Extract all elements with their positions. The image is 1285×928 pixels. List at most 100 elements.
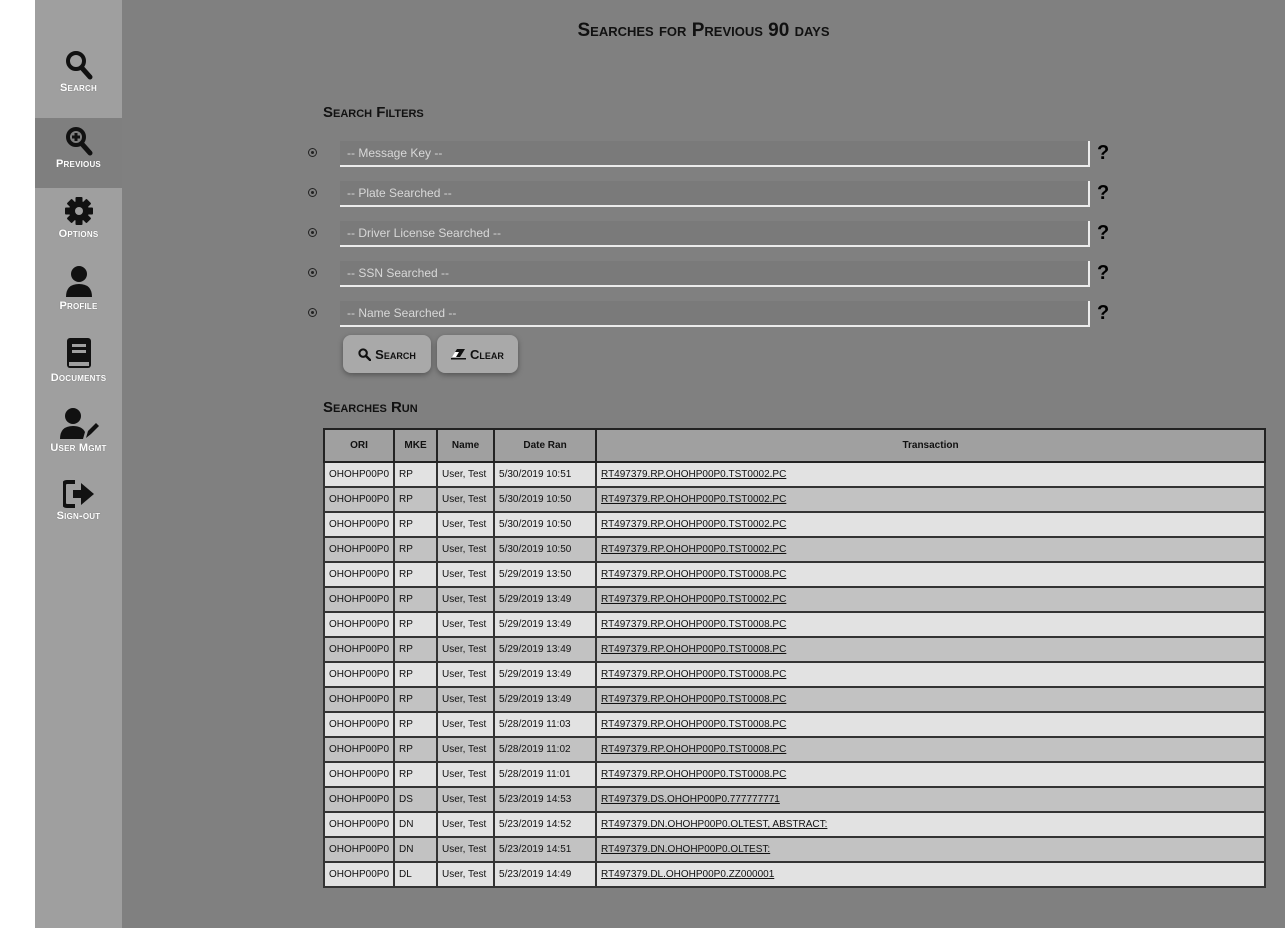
name-cell: User, Test	[436, 611, 496, 638]
ori-cell: OHOHP00P0	[322, 786, 396, 813]
filter-ssn: ?	[308, 261, 1118, 287]
table-row[interactable]: OHOHP00P0 RP User, Test 5/30/2019 10:50 RT49…	[322, 536, 1266, 563]
column-header[interactable]: Date Ran	[493, 428, 598, 463]
nav-previous[interactable]: Previous	[35, 118, 122, 188]
table-row[interactable]: OHOHP00P0 DS User, Test 5/23/2019 14:53 RT49…	[322, 786, 1266, 813]
nav-profile[interactable]: Profile	[35, 266, 122, 324]
table-row[interactable]: OHOHP00P0 RP User, Test 5/30/2019 10:50 RT49…	[322, 511, 1266, 538]
date-ran-cell: 5/30/2019 10:51	[493, 461, 598, 488]
help-icon[interactable]: ?	[1097, 301, 1109, 325]
transaction-cell: RT497379.RP.OHOHP00P0.TST0008.PC	[595, 561, 1266, 588]
column-header[interactable]: Name	[436, 428, 496, 463]
nav-user-mgmt[interactable]: User Mgmt	[35, 408, 122, 466]
clear-button-label: Clear	[470, 346, 504, 362]
nav-search[interactable]: Search	[35, 50, 122, 118]
name-cell: User, Test	[436, 786, 496, 813]
table-row[interactable]: OHOHP00P0 RP User, Test 5/29/2019 13:49 RT49…	[322, 636, 1266, 663]
mke-cell: RP	[393, 736, 439, 763]
transaction-link[interactable]: RT497379.RP.OHOHP00P0.TST0002.PC	[601, 519, 786, 530]
transaction-link[interactable]: RT497379.RP.OHOHP00P0.TST0002.PC	[601, 469, 786, 480]
column-header[interactable]: MKE	[393, 428, 439, 463]
table-row[interactable]: OHOHP00P0 RP User, Test 5/30/2019 10:51 RT49…	[322, 461, 1266, 488]
table-row[interactable]: OHOHP00P0 RP User, Test 5/28/2019 11:03 RT49…	[322, 711, 1266, 738]
name-cell: User, Test	[436, 836, 496, 863]
transaction-link[interactable]: RT497379.RP.OHOHP00P0.TST0008.PC	[601, 744, 786, 755]
table-row[interactable]: OHOHP00P0 RP User, Test 5/28/2019 11:02 RT49…	[322, 736, 1266, 763]
transaction-link[interactable]: RT497379.RP.OHOHP00P0.TST0008.PC	[601, 669, 786, 680]
radio-icon[interactable]	[308, 228, 317, 237]
radio-icon[interactable]	[308, 268, 317, 277]
name-cell: User, Test	[436, 736, 496, 763]
date-ran-cell: 5/29/2019 13:49	[493, 636, 598, 663]
table-row[interactable]: OHOHP00P0 RP User, Test 5/29/2019 13:49 RT49…	[322, 661, 1266, 688]
name-input[interactable]	[340, 301, 1090, 327]
column-header[interactable]: ORI	[322, 428, 396, 463]
help-icon[interactable]: ?	[1097, 261, 1109, 285]
radio-icon[interactable]	[308, 148, 317, 157]
results-body: OHOHP00P0 RP User, Test 5/30/2019 10:51 RT49…	[322, 461, 1266, 888]
help-icon[interactable]: ?	[1097, 181, 1109, 205]
table-row[interactable]: OHOHP00P0 RP User, Test 5/28/2019 11:01 RT49…	[322, 761, 1266, 788]
transaction-link[interactable]: RT497379.RP.OHOHP00P0.TST0008.PC	[601, 644, 786, 655]
mke-cell: RP	[393, 511, 439, 538]
table-row[interactable]: OHOHP00P0 DL User, Test 5/23/2019 14:49 RT49…	[322, 861, 1266, 888]
table-row[interactable]: OHOHP00P0 RP User, Test 5/29/2019 13:50 RT49…	[322, 561, 1266, 588]
mke-cell: RP	[393, 586, 439, 613]
ori-cell: OHOHP00P0	[322, 461, 396, 488]
transaction-link[interactable]: RT497379.DN.OHOHP00P0.OLTEST:	[601, 844, 770, 855]
transaction-cell: RT497379.RP.OHOHP00P0.TST0002.PC	[595, 461, 1266, 488]
plate-input[interactable]	[340, 181, 1090, 207]
ori-cell: OHOHP00P0	[322, 711, 396, 738]
column-header[interactable]: Transaction	[595, 428, 1266, 463]
message-key-input[interactable]	[340, 141, 1090, 167]
nav-profile-label: Profile	[59, 300, 98, 312]
ori-cell: OHOHP00P0	[322, 586, 396, 613]
name-cell: User, Test	[436, 511, 496, 538]
transaction-link[interactable]: RT497379.RP.OHOHP00P0.TST0002.PC	[601, 544, 786, 555]
transaction-link[interactable]: RT497379.RP.OHOHP00P0.TST0008.PC	[601, 769, 786, 780]
transaction-link[interactable]: RT497379.RP.OHOHP00P0.TST0008.PC	[601, 694, 786, 705]
date-ran-cell: 5/23/2019 14:51	[493, 836, 598, 863]
transaction-link[interactable]: RT497379.DS.OHOHP00P0.777777771	[601, 794, 780, 805]
search-button[interactable]: Search	[343, 335, 431, 373]
table-row[interactable]: OHOHP00P0 RP User, Test 5/29/2019 13:49 RT49…	[322, 686, 1266, 713]
name-cell: User, Test	[436, 761, 496, 788]
clear-button[interactable]: Clear	[437, 335, 518, 373]
transaction-link[interactable]: RT497379.RP.OHOHP00P0.TST0002.PC	[601, 494, 786, 505]
searches-run-title: Searches Run	[323, 399, 418, 416]
sign-out-icon	[62, 480, 94, 508]
date-ran-cell: 5/23/2019 14:49	[493, 861, 598, 888]
table-row[interactable]: OHOHP00P0 RP User, Test 5/30/2019 10:50 RT49…	[322, 486, 1266, 513]
transaction-link[interactable]: RT497379.RP.OHOHP00P0.TST0008.PC	[601, 719, 786, 730]
driver-license-input[interactable]	[340, 221, 1090, 247]
transaction-cell: RT497379.RP.OHOHP00P0.TST0008.PC	[595, 711, 1266, 738]
help-icon[interactable]: ?	[1097, 141, 1109, 165]
transaction-link[interactable]: RT497379.RP.OHOHP00P0.TST0008.PC	[601, 619, 786, 630]
transaction-link[interactable]: RT497379.DL.OHOHP00P0.ZZ000001	[601, 869, 774, 880]
nav-options-label: Options	[58, 228, 99, 240]
sidebar-nav: Search Previous Options Profile Document…	[35, 0, 122, 928]
nav-options[interactable]: Options	[35, 196, 122, 254]
help-icon[interactable]: ?	[1097, 221, 1109, 245]
table-row[interactable]: OHOHP00P0 DN User, Test 5/23/2019 14:51 RT49…	[322, 836, 1266, 863]
transaction-link[interactable]: RT497379.RP.OHOHP00P0.TST0002.PC	[601, 594, 786, 605]
name-cell: User, Test	[436, 561, 496, 588]
gear-icon	[64, 197, 93, 225]
ori-cell: OHOHP00P0	[322, 611, 396, 638]
filter-plate: ?	[308, 181, 1118, 207]
nav-sign-out[interactable]: Sign-out	[35, 480, 122, 536]
radio-icon[interactable]	[308, 188, 317, 197]
radio-icon[interactable]	[308, 308, 317, 317]
transaction-link[interactable]: RT497379.RP.OHOHP00P0.TST0008.PC	[601, 569, 786, 580]
mke-cell: DS	[393, 786, 439, 813]
transaction-link[interactable]: RT497379.DN.OHOHP00P0.OLTEST, ABSTRACT:	[601, 819, 827, 830]
transaction-cell: RT497379.RP.OHOHP00P0.TST0008.PC	[595, 736, 1266, 763]
date-ran-cell: 5/29/2019 13:50	[493, 561, 598, 588]
date-ran-cell: 5/29/2019 13:49	[493, 661, 598, 688]
table-row[interactable]: OHOHP00P0 DN User, Test 5/23/2019 14:52 RT49…	[322, 811, 1266, 838]
table-row[interactable]: OHOHP00P0 RP User, Test 5/29/2019 13:49 RT49…	[322, 586, 1266, 613]
ssn-input[interactable]	[340, 261, 1090, 287]
table-row[interactable]: OHOHP00P0 RP User, Test 5/29/2019 13:49 RT49…	[322, 611, 1266, 638]
nav-user-mgmt-label: User Mgmt	[50, 442, 107, 454]
nav-documents[interactable]: Documents	[35, 338, 122, 394]
